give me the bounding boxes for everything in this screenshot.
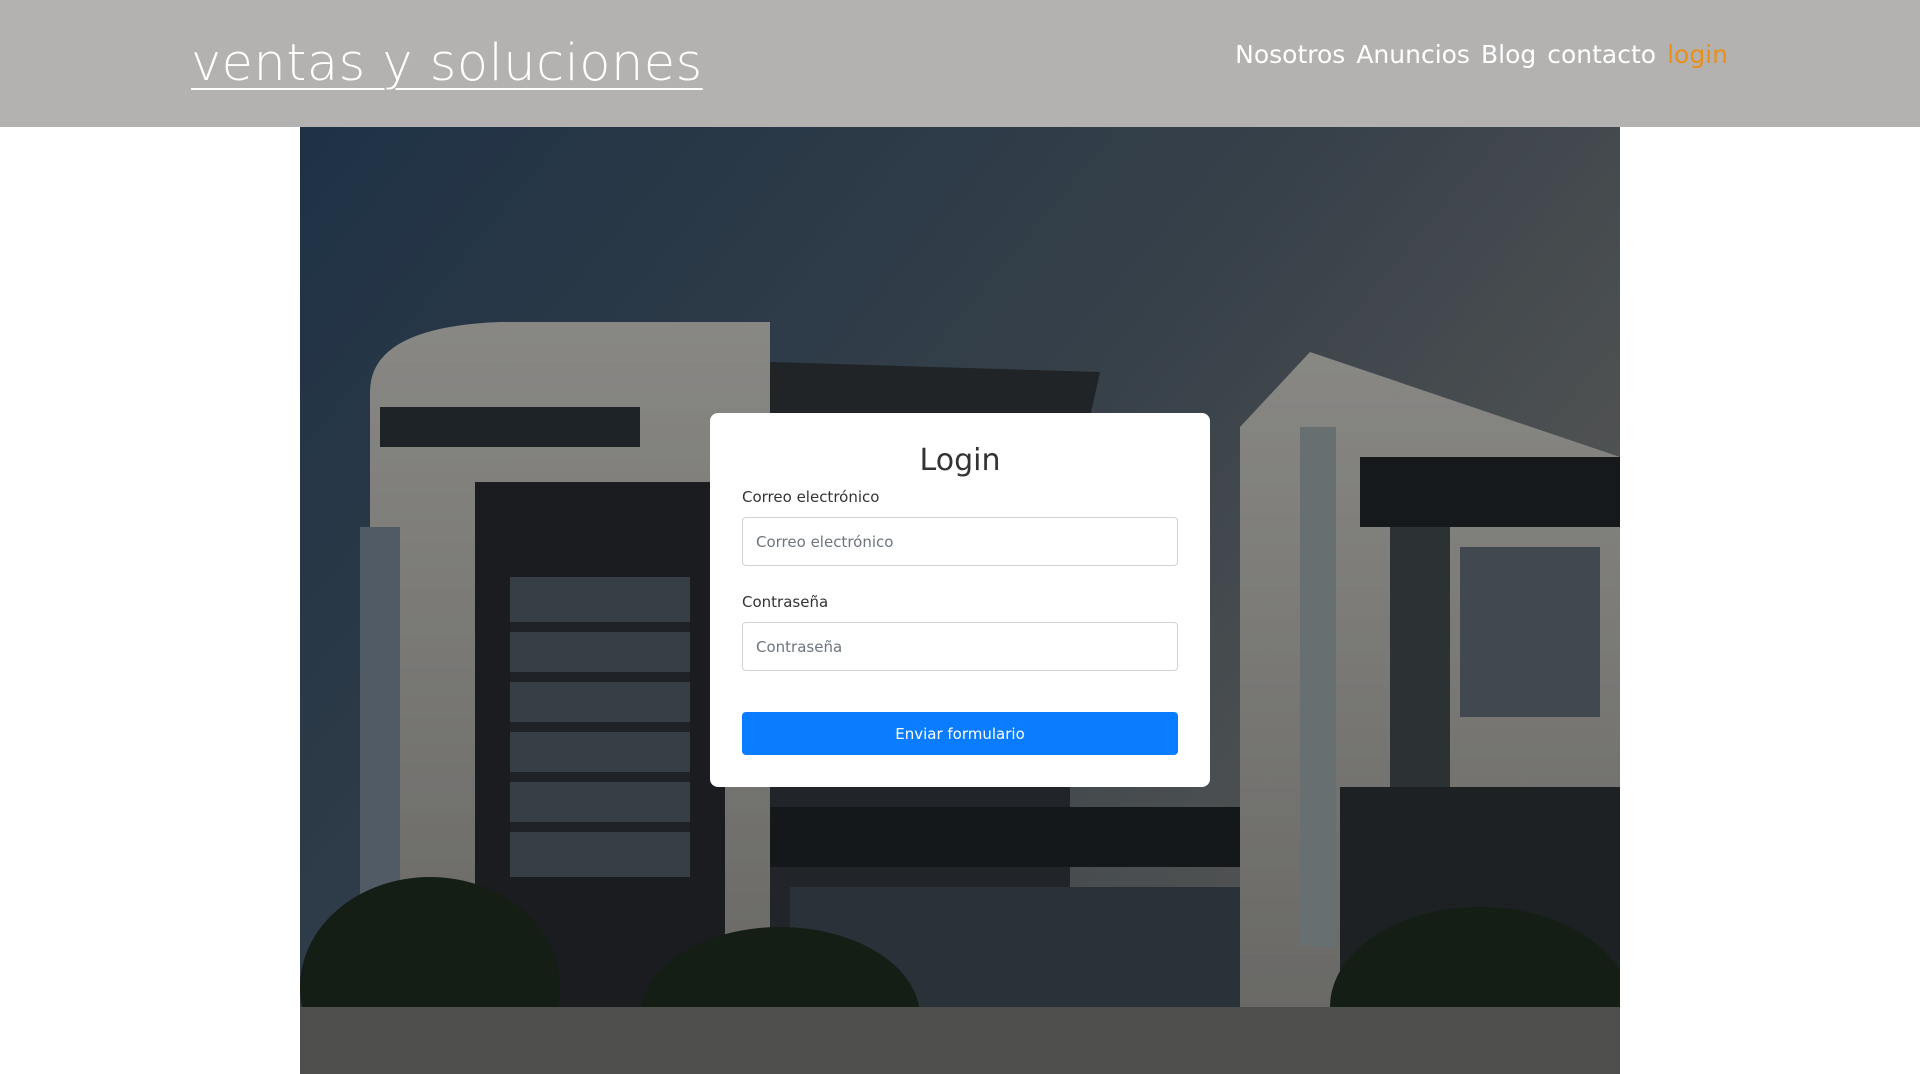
login-card: Login Correo electrónico Contraseña Envi… <box>710 413 1210 787</box>
submit-button[interactable]: Enviar formulario <box>742 712 1178 755</box>
main-nav: Nosotros Anuncios Blog contacto login <box>1235 40 1728 69</box>
brand-logo-link[interactable]: ventas y soluciones <box>191 34 703 93</box>
nav-link-nosotros[interactable]: Nosotros <box>1235 40 1345 69</box>
email-label: Correo electrónico <box>742 488 880 506</box>
email-field[interactable] <box>742 517 1178 566</box>
nav-link-login[interactable]: login <box>1667 40 1728 69</box>
login-title: Login <box>919 443 1001 478</box>
nav-link-contacto[interactable]: contacto <box>1547 40 1656 69</box>
nav-link-anuncios[interactable]: Anuncios <box>1356 40 1470 69</box>
nav-link-blog[interactable]: Blog <box>1481 40 1536 69</box>
password-field[interactable] <box>742 622 1178 671</box>
top-navbar: ventas y soluciones Nosotros Anuncios Bl… <box>0 0 1920 127</box>
password-label: Contraseña <box>742 593 829 611</box>
